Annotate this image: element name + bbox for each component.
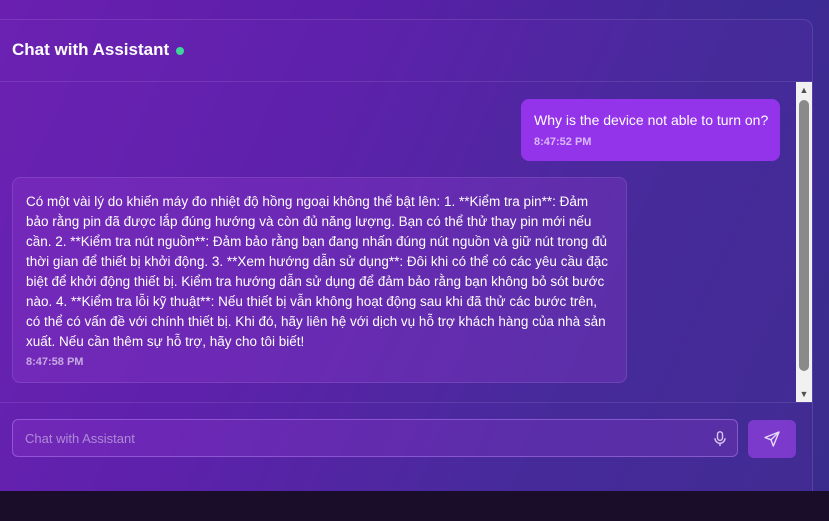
chat-panel: Chat with Assistant Why is the device no… [0, 19, 813, 492]
message-text: Có một vài lý do khiến máy đo nhiệt độ h… [26, 194, 608, 349]
microphone-icon[interactable] [713, 431, 727, 447]
footer-strip [0, 491, 829, 521]
message-list: Why is the device not able to turn on? 8… [0, 82, 796, 402]
user-message: Why is the device not able to turn on? 8… [521, 99, 780, 161]
composer [0, 402, 812, 493]
message-scrollbar[interactable]: ▲ ▼ [796, 82, 812, 402]
assistant-message: Có một vài lý do khiến máy đo nhiệt độ h… [12, 177, 627, 383]
chat-input-container [12, 419, 738, 457]
scrollbar-thumb[interactable] [799, 100, 809, 371]
send-button[interactable] [748, 420, 796, 458]
online-status-dot [176, 47, 184, 55]
send-icon [764, 431, 780, 447]
chat-input[interactable] [13, 420, 693, 456]
message-timestamp: 8:47:52 PM [534, 136, 592, 148]
message-timestamp: 8:47:58 PM [26, 356, 84, 368]
scroll-down-arrow-icon[interactable]: ▼ [796, 386, 812, 402]
chat-title: Chat with Assistant [12, 40, 170, 59]
chat-header: Chat with Assistant [0, 20, 812, 82]
message-text: Why is the device not able to turn on? [534, 112, 769, 128]
scroll-up-arrow-icon[interactable]: ▲ [796, 82, 812, 98]
